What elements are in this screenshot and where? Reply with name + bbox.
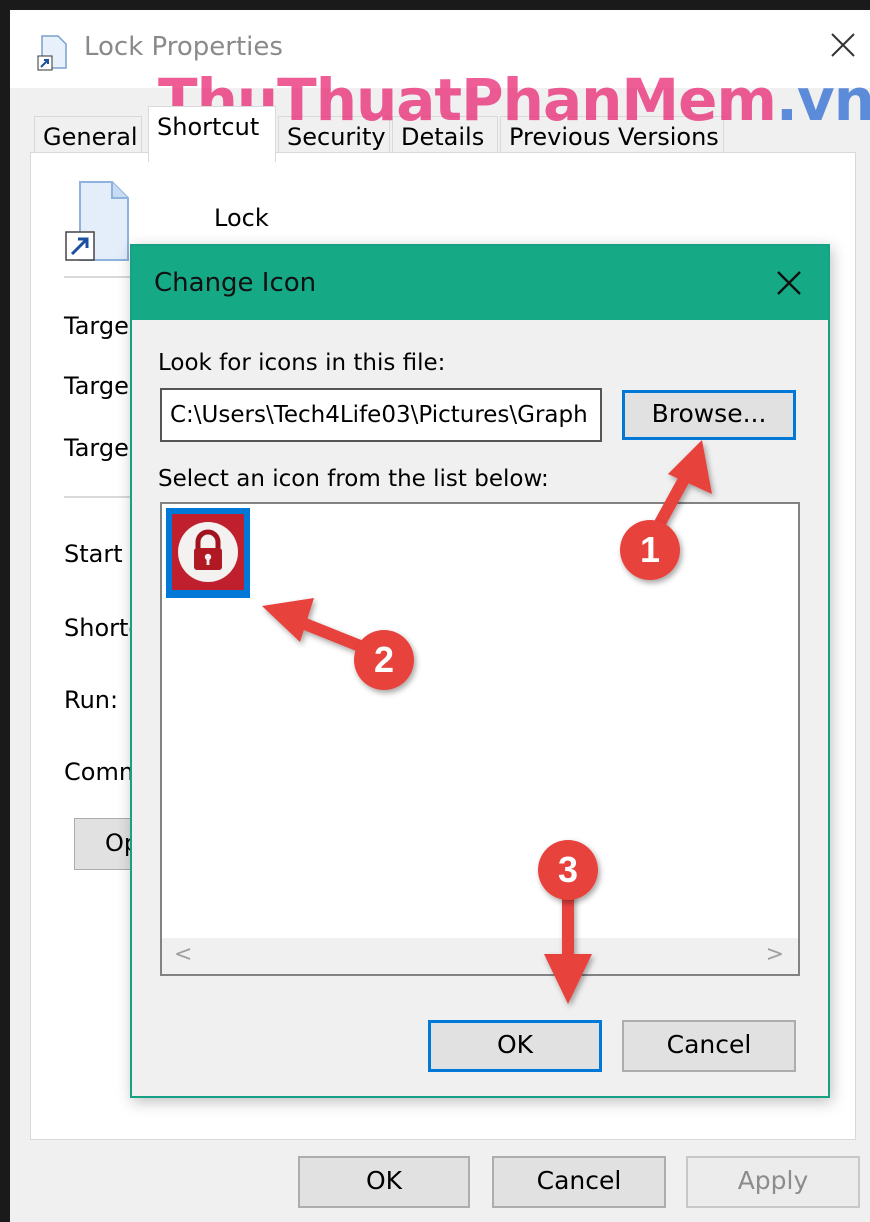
shortcut-name: Lock	[214, 204, 269, 232]
select-icon-label: Select an icon from the list below:	[158, 466, 549, 492]
scroll-left-icon[interactable]: <	[174, 942, 192, 967]
icon-file-path-input[interactable]	[160, 388, 602, 442]
window-title: Lock Properties	[84, 32, 283, 62]
icon-list-item[interactable]	[166, 508, 250, 598]
target-location-label: Targe	[64, 372, 129, 400]
properties-ok-button[interactable]: OK	[298, 1156, 470, 1208]
scroll-right-icon[interactable]: >	[766, 942, 784, 967]
shortcut-file-icon	[37, 35, 67, 71]
browse-button[interactable]: Browse...	[622, 390, 796, 440]
shortcut-file-icon	[65, 181, 129, 261]
icon-list[interactable]: < >	[160, 502, 800, 976]
properties-cancel-button[interactable]: Cancel	[492, 1156, 666, 1208]
dialog-cancel-button[interactable]: Cancel	[622, 1020, 796, 1072]
close-icon[interactable]	[774, 268, 804, 298]
run-label: Run:	[64, 686, 119, 714]
look-for-icons-label: Look for icons in this file:	[158, 350, 446, 376]
target-type-label: Targe	[64, 312, 129, 340]
dialog-ok-button[interactable]: OK	[428, 1020, 602, 1072]
horizontal-scrollbar[interactable]: < >	[162, 938, 798, 974]
dialog-title-bar: Change Icon	[132, 246, 828, 320]
dialog-title: Change Icon	[154, 268, 317, 298]
tab-shortcut[interactable]: Shortcut	[148, 106, 276, 162]
start-in-label: Start i	[64, 540, 137, 568]
change-icon-dialog: Change Icon Look for icons in this file:…	[130, 244, 830, 1098]
close-icon[interactable]	[828, 30, 858, 60]
red-padlock-icon	[172, 514, 244, 590]
target-label: Targe	[64, 434, 129, 462]
properties-apply-button[interactable]: Apply	[686, 1156, 860, 1208]
